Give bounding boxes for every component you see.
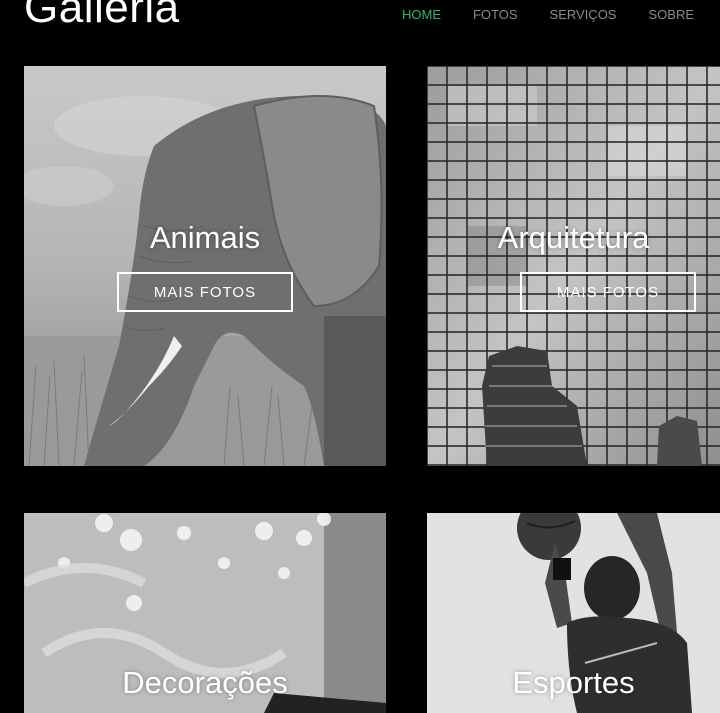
card-title: Decorações — [122, 665, 288, 700]
card-title: Arquitetura — [497, 220, 650, 255]
card-title: Animais — [149, 220, 261, 255]
nav-fotos[interactable]: FOTOS — [473, 7, 518, 22]
nav-sobre[interactable]: SOBRE — [648, 7, 694, 22]
gallery-card-esportes[interactable]: Esportes — [427, 513, 720, 713]
more-photos-button[interactable]: MAIS FOTOS — [117, 272, 293, 312]
page: Galleria HOME FOTOS SERVIÇOS SOBRE Anima… — [0, 0, 720, 713]
gallery-card-arquitetura[interactable]: Arquitetura MAIS FOTOS — [427, 66, 720, 466]
nav-home[interactable]: HOME — [402, 7, 441, 22]
gallery-card-decoracoes[interactable]: Decorações — [24, 513, 386, 713]
glass-building-photo — [427, 66, 720, 466]
nav-servicos[interactable]: SERVIÇOS — [550, 7, 617, 22]
more-photos-button[interactable]: MAIS FOTOS — [520, 272, 696, 312]
elephant-photo — [24, 66, 386, 466]
gallery-card-animais[interactable]: Animais MAIS FOTOS — [24, 66, 386, 466]
site-logo[interactable]: Galleria — [24, 0, 180, 30]
main-nav: HOME FOTOS SERVIÇOS SOBRE — [402, 7, 694, 22]
card-title: Esportes — [512, 665, 635, 700]
